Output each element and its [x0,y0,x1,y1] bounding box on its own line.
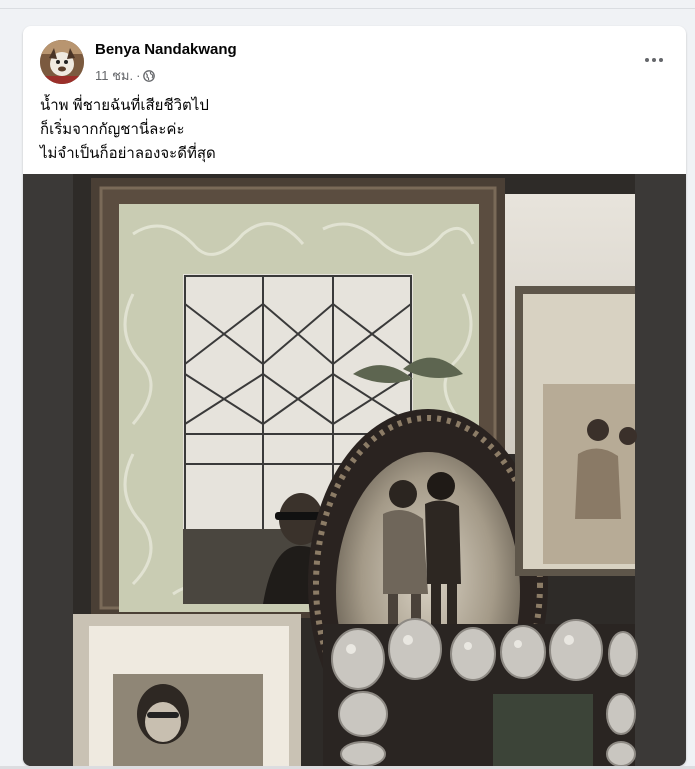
more-options-icon[interactable] [640,48,668,72]
post-card: Benya Nandakwang 11 ชม. · น้ำพ พี่ชายฉัน… [23,26,686,766]
author-avatar[interactable] [40,40,84,84]
post-photo[interactable] [23,174,686,766]
post-timestamp[interactable]: 11 ชม. [95,65,133,86]
post-meta: 11 ชม. · [95,65,156,86]
post-text-line: น้ำพ พี่ชายฉันที่เสียชีวิตไป [40,97,209,114]
author-name[interactable]: Benya Nandakwang [95,41,237,58]
meta-separator: · [136,68,141,83]
post-text-line: ก็เริ่มจากกัญชานี่ละค่ะ [40,121,185,138]
post-text-line: ไม่จำเป็นก็อย่าลองจะดีที่สุด [40,145,216,162]
post-text: น้ำพ พี่ชายฉันที่เสียชีวิตไป ก็เริ่มจากก… [40,94,660,166]
page-top-edge [0,0,695,9]
globe-icon [143,69,156,82]
